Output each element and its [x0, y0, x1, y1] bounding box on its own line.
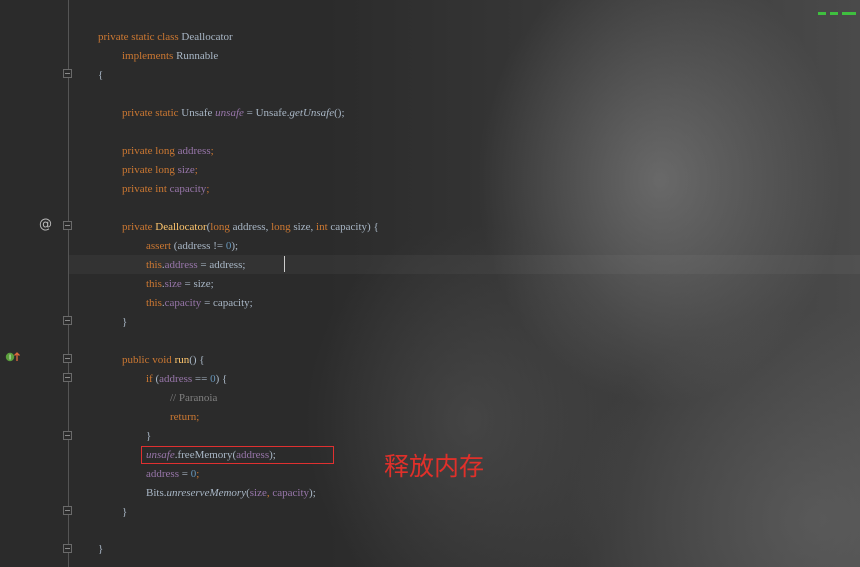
- code-line[interactable]: address = 0;: [146, 465, 199, 484]
- code-token: address: [164, 259, 198, 271]
- code-line[interactable]: implements Runnable: [122, 47, 218, 66]
- code-line[interactable]: }: [122, 313, 127, 332]
- code-line[interactable]: }: [98, 540, 103, 559]
- code-line[interactable]: private long size;: [122, 161, 198, 180]
- code-token: Runnable: [176, 50, 219, 62]
- code-token: capacity) {: [330, 221, 379, 233]
- code-token: private long: [122, 164, 178, 176]
- code-line[interactable]: private Deallocator(long address, long s…: [122, 218, 379, 237]
- code-line[interactable]: Bits.unreserveMemory(size, capacity);: [146, 484, 316, 503]
- code-token: private long: [122, 145, 178, 157]
- code-token: {: [98, 69, 104, 81]
- code-token: this: [146, 259, 162, 271]
- code-token: = address;: [197, 259, 246, 271]
- code-token: Unsafe: [181, 107, 216, 119]
- code-token: size: [177, 164, 195, 176]
- code-token: int: [316, 221, 331, 233]
- free-memory-highlight-box: [141, 446, 334, 464]
- code-token: capacity: [169, 183, 207, 195]
- code-token: private static class: [98, 31, 182, 43]
- code-token: long: [271, 221, 294, 233]
- code-token: );: [309, 487, 316, 499]
- code-token: (address !=: [173, 240, 226, 252]
- code-token: capacity: [164, 297, 202, 309]
- code-line[interactable]: public void run() {: [122, 351, 205, 370]
- text-caret: [284, 256, 285, 272]
- code-line[interactable]: }: [146, 427, 151, 446]
- code-token: () {: [189, 354, 205, 366]
- code-line[interactable]: this.size = size;: [146, 275, 214, 294]
- code-token: ) {: [215, 373, 228, 385]
- code-token: =: [179, 468, 191, 480]
- code-token: long: [210, 221, 233, 233]
- code-line[interactable]: private static Unsafe unsafe = Unsafe.ge…: [122, 104, 345, 123]
- code-token: unreserveMemory: [166, 487, 247, 499]
- code-token: }: [146, 430, 152, 442]
- code-token: ;: [196, 411, 200, 423]
- code-token: assert: [146, 240, 174, 252]
- code-token: ();: [334, 107, 345, 119]
- code-token: Deallocator: [181, 31, 233, 43]
- code-line[interactable]: if (address == 0) {: [146, 370, 227, 389]
- code-token: address: [146, 468, 179, 480]
- code-token: Bits.: [146, 487, 167, 499]
- code-token: = capacity;: [201, 297, 253, 309]
- code-token: // Paranoia: [170, 392, 218, 404]
- code-token: address,: [232, 221, 272, 233]
- code-token: size: [249, 487, 267, 499]
- code-token: = size;: [181, 278, 214, 290]
- code-token: ;: [210, 145, 214, 157]
- code-token: ;: [196, 468, 200, 480]
- code-token: address: [177, 145, 211, 157]
- code-token: }: [122, 506, 128, 518]
- code-token: }: [98, 543, 104, 555]
- code-line[interactable]: }: [122, 503, 127, 522]
- code-token: return: [170, 411, 197, 423]
- code-line[interactable]: {: [98, 66, 103, 85]
- code-token: address: [159, 373, 193, 385]
- code-token: private int: [122, 183, 170, 195]
- code-token: this: [146, 278, 162, 290]
- code-token: ;: [206, 183, 210, 195]
- code-token: size: [164, 278, 182, 290]
- code-token: ==: [192, 373, 211, 385]
- code-token: = Unsafe.: [243, 107, 290, 119]
- code-token: }: [122, 316, 128, 328]
- code-line[interactable]: this.address = address;: [146, 256, 245, 275]
- code-token: this: [146, 297, 162, 309]
- code-line[interactable]: private static class Deallocator: [98, 28, 233, 47]
- code-token: size,: [293, 221, 317, 233]
- annotation-label: 释放内存: [384, 452, 485, 481]
- code-token: implements: [122, 50, 177, 62]
- code-token: private static: [122, 107, 182, 119]
- code-token: public void: [122, 354, 175, 366]
- code-token: );: [231, 240, 239, 252]
- code-token: private: [122, 221, 156, 233]
- code-token: getUnsafe: [289, 107, 335, 119]
- code-token: ;: [194, 164, 198, 176]
- code-line[interactable]: assert (address != 0);: [146, 237, 238, 256]
- code-line[interactable]: private long address;: [122, 142, 214, 161]
- code-token: Deallocator: [155, 221, 207, 233]
- code-line[interactable]: private int capacity;: [122, 180, 209, 199]
- code-token: run: [174, 354, 190, 366]
- code-line[interactable]: return;: [170, 408, 199, 427]
- code-token: unsafe: [215, 107, 244, 119]
- code-token: capacity: [272, 487, 310, 499]
- code-line[interactable]: // Paranoia: [170, 389, 217, 408]
- code-line[interactable]: this.capacity = capacity;: [146, 294, 253, 313]
